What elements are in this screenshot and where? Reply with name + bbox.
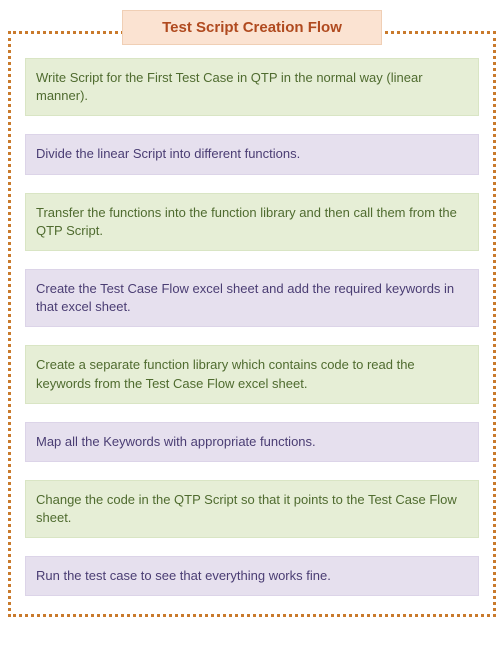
- step-2: Divide the linear Script into different …: [25, 134, 479, 174]
- diagram-container: Test Script Creation Flow Write Script f…: [0, 0, 504, 627]
- step-7: Change the code in the QTP Script so tha…: [25, 480, 479, 538]
- step-3: Transfer the functions into the function…: [25, 193, 479, 251]
- step-4: Create the Test Case Flow excel sheet an…: [25, 269, 479, 327]
- step-1: Write Script for the First Test Case in …: [25, 58, 479, 116]
- step-8: Run the test case to see that everything…: [25, 556, 479, 596]
- steps-box: Write Script for the First Test Case in …: [8, 31, 496, 617]
- diagram-title: Test Script Creation Flow: [122, 10, 382, 45]
- step-6: Map all the Keywords with appropriate fu…: [25, 422, 479, 462]
- step-5: Create a separate function library which…: [25, 345, 479, 403]
